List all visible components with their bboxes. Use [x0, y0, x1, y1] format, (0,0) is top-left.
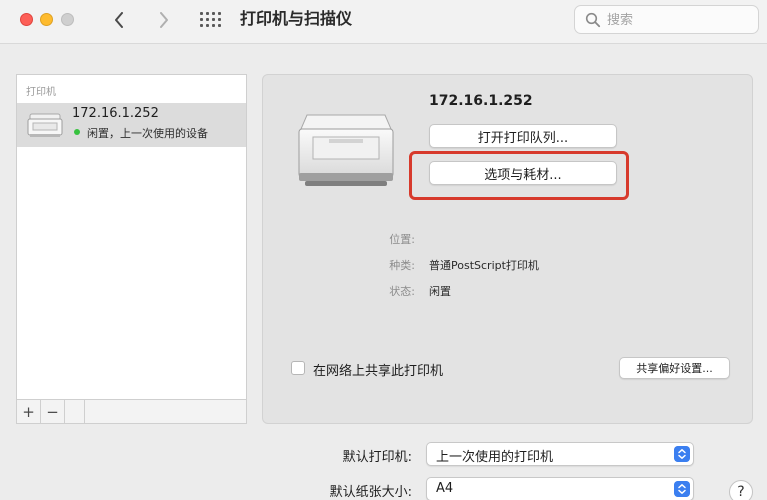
chevron-right-icon [160, 12, 168, 28]
remove-printer-button[interactable]: − [41, 400, 65, 423]
open-print-queue-button[interactable]: 打开打印队列... [429, 124, 617, 148]
status-value: 闲置 [429, 285, 451, 298]
add-printer-button[interactable]: + [17, 400, 41, 423]
default-paper-size-value: A4 [436, 481, 454, 496]
select-arrows-icon [674, 481, 690, 497]
show-all-grid-icon[interactable] [200, 12, 222, 28]
printer-list-item[interactable]: 172.16.1.252 闲置，上一次使用的设备 [17, 103, 246, 147]
share-printer-checkbox[interactable] [291, 361, 305, 375]
search-field[interactable] [574, 5, 759, 34]
toolbar: 打印机与扫描仪 [0, 0, 767, 44]
default-printer-select[interactable]: 上一次使用的打印机 [426, 442, 694, 466]
printer-detail-panel: 172.16.1.252 打开打印队列... 选项与耗材... 位置: 种类: … [262, 74, 753, 424]
printer-icon [27, 113, 63, 137]
printer-list-header: 打印机 [26, 87, 56, 98]
default-printer-label: 默认打印机: [342, 450, 412, 465]
printer-list: 打印机 172.16.1.252 闲置，上一次使用的设备 [16, 74, 247, 400]
location-label: 位置: [389, 233, 415, 246]
forward-button[interactable] [155, 9, 173, 31]
search-icon [585, 12, 601, 28]
status-label: 状态: [389, 285, 415, 298]
printer-list-item-status: 闲置，上一次使用的设备 [87, 127, 208, 140]
printer-large-icon [298, 114, 394, 186]
select-arrows-icon [674, 446, 690, 462]
printer-list-item-name: 172.16.1.252 [72, 106, 159, 121]
printer-list-footer: + − [16, 400, 247, 424]
zoom-window-button[interactable] [61, 13, 74, 26]
list-footer-spacer [65, 400, 85, 423]
kind-label: 种类: [389, 259, 415, 272]
chevron-left-icon [115, 12, 123, 28]
window-title: 打印机与扫描仪 [240, 9, 353, 28]
highlight-annotation [409, 151, 629, 200]
default-printer-value: 上一次使用的打印机 [436, 450, 554, 465]
help-button[interactable]: ? [729, 480, 753, 500]
back-button[interactable] [110, 9, 128, 31]
search-input[interactable] [607, 10, 747, 30]
status-dot-icon [74, 129, 80, 135]
kind-value: 普通PostScript打印机 [429, 259, 539, 272]
default-paper-size-label: 默认纸张大小: [329, 485, 412, 500]
minimize-window-button[interactable] [40, 13, 53, 26]
printer-name-title: 172.16.1.252 [429, 93, 533, 109]
sharing-preferences-button[interactable]: 共享偏好设置... [619, 357, 730, 379]
share-printer-label[interactable]: 在网络上共享此打印机 [313, 360, 443, 379]
default-paper-size-select[interactable]: A4 [426, 477, 694, 500]
close-window-button[interactable] [20, 13, 33, 26]
